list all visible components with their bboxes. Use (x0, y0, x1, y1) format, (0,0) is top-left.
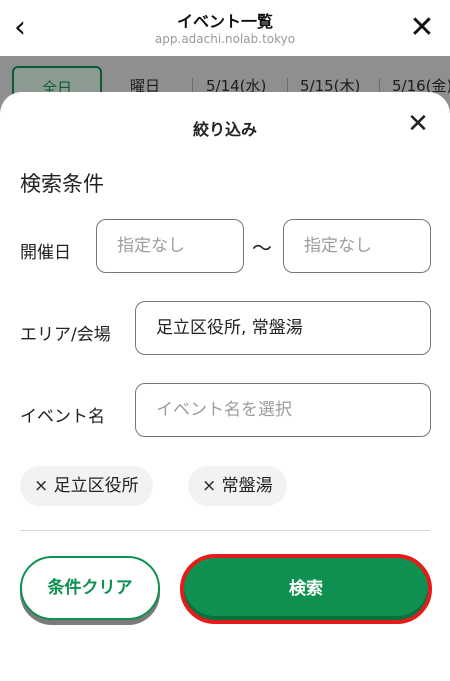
url-text: app.adachi.nolab.tokyo (154, 32, 296, 46)
date-from-placeholder: 指定なし (117, 236, 185, 256)
clear-button[interactable]: 条件クリア (20, 556, 160, 620)
date-to-placeholder: 指定なし (304, 236, 372, 256)
page-title: イベント一覧 (176, 12, 273, 31)
event-name-placeholder: イベント名を選択 (156, 400, 292, 420)
chip-tokiwayu[interactable]: × 常盤湯 (188, 466, 287, 506)
event-name-field[interactable]: イベント名を選択 (135, 383, 431, 437)
date-label: 開催日 (20, 243, 71, 263)
area-label: エリア/会場 (20, 325, 111, 345)
browser-header: ‹ イベント一覧 app.adachi.nolab.tokyo ✕ (0, 0, 450, 56)
date-separator: 〜 (252, 236, 272, 260)
divider (20, 530, 430, 531)
section-title: 検索条件 (20, 172, 104, 196)
filter-sheet: 絞り込み ✕ 検索条件 開催日 指定なし 〜 指定なし エリア/会場 足立区役所… (0, 92, 450, 681)
chip-adachi-ward-office[interactable]: × 足立区役所 (20, 466, 153, 506)
area-value: 足立区役所, 常盤湯 (156, 318, 303, 338)
sheet-title: 絞り込み (192, 120, 257, 139)
area-field[interactable]: 足立区役所, 常盤湯 (135, 301, 431, 355)
close-icon[interactable]: ✕ (408, 12, 436, 44)
search-button[interactable]: 検索 (180, 554, 432, 624)
close-icon[interactable]: ✕ (404, 110, 432, 138)
date-from-field[interactable]: 指定なし (96, 219, 244, 273)
event-label: イベント名 (20, 407, 105, 427)
date-to-field[interactable]: 指定なし (283, 219, 431, 273)
